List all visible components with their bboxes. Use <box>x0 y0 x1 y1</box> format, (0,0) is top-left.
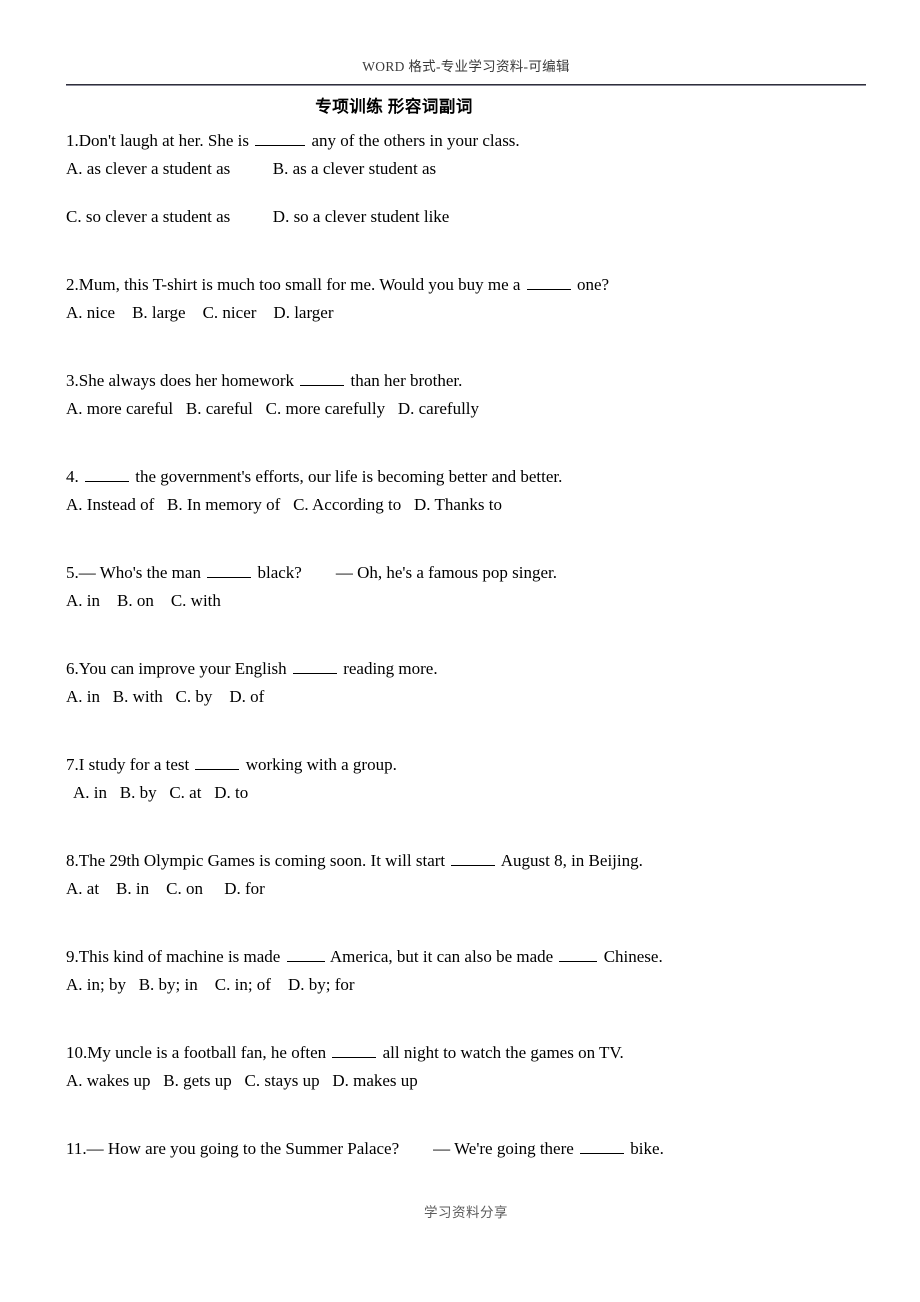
stem-text-before: 3.She always does her homework <box>66 371 299 390</box>
stem-text-before: 9.This kind of machine is made <box>66 947 285 966</box>
document-page: WORD 格式-专业学习资料-可编辑 专项训练 形容词副词 1.Don't la… <box>0 0 920 1302</box>
stem-text-after: than her brother. <box>346 371 463 390</box>
answer-blank[interactable] <box>300 371 345 386</box>
stem-text-before: 11.— How are you going to the Summer Pal… <box>66 1139 400 1158</box>
stem-text-before: 1.Don't laugh at her. She is <box>66 131 254 150</box>
question-item: 5.— Who's the man black? — Oh, he's a fam… <box>66 563 876 611</box>
question-options[interactable]: A. Instead of B. In memory of C. Accordi… <box>66 495 876 515</box>
answer-blank[interactable] <box>207 563 252 578</box>
question-options[interactable]: A. more careful B. careful C. more caref… <box>66 399 876 419</box>
header-divider <box>66 84 866 86</box>
answer-blank[interactable] <box>451 851 496 866</box>
question-stem: 9.This kind of machine is made America, … <box>66 947 876 975</box>
answer-blank[interactable] <box>286 947 325 962</box>
answer-blank[interactable] <box>559 947 598 962</box>
question-options[interactable]: A. in B. on C. with <box>66 591 876 611</box>
question-item: 11.— How are you going to the Summer Pal… <box>66 1139 876 1167</box>
question-item: 4. the government's efforts, our life is… <box>66 467 876 515</box>
answer-blank[interactable] <box>85 467 129 482</box>
question-stem: 7.I study for a test working with a grou… <box>66 755 876 783</box>
question-item: 9.This kind of machine is made America, … <box>66 947 876 995</box>
question-item: 2.Mum, this T-shirt is much too small fo… <box>66 275 876 323</box>
stem-text-after: any of the others in your class. <box>307 131 520 150</box>
stem-text-before: 2.Mum, this T-shirt is much too small fo… <box>66 275 525 294</box>
page-header: WORD 格式-专业学习资料-可编辑 <box>66 58 866 76</box>
question-stem: 4. the government's efforts, our life is… <box>66 467 876 495</box>
question-options[interactable]: A. in; by B. by; in C. in; of D. by; for <box>66 975 876 995</box>
header-text: WORD 格式-专业学习资料-可编辑 <box>362 59 570 74</box>
stem-text-before: 6.You can improve your English <box>66 659 291 678</box>
stem-text-before: 10.My uncle is a football fan, he often <box>66 1043 331 1062</box>
question-stem: 3.She always does her homework than her … <box>66 371 876 399</box>
question-options[interactable]: A. as clever a student as B. as a clever… <box>66 159 876 179</box>
stem-text-before: 8.The 29th Olympic Games is coming soon.… <box>66 851 450 870</box>
question-options[interactable]: A. wakes up B. gets up C. stays up D. ma… <box>66 1071 876 1091</box>
question-stem: 8.The 29th Olympic Games is coming soon.… <box>66 851 876 879</box>
question-stem: 1.Don't laugh at her. She is any of the … <box>66 131 876 159</box>
stem-text-after: working with a group. <box>241 755 397 774</box>
stem-text-after: all night to watch the games on TV. <box>378 1043 624 1062</box>
answer-blank[interactable] <box>292 659 337 674</box>
question-item: 7.I study for a test working with a grou… <box>66 755 876 803</box>
question-options[interactable]: A. in B. by C. at D. to <box>66 783 876 803</box>
question-item: 1.Don't laugh at her. She is any of the … <box>66 131 876 227</box>
question-stem: 5.— Who's the man black? — Oh, he's a fam… <box>66 563 876 591</box>
answer-blank[interactable] <box>195 755 240 770</box>
answer-blank[interactable] <box>332 1043 377 1058</box>
answer-blank[interactable] <box>255 131 306 146</box>
page-footer: 学习资料分享 <box>66 1204 866 1222</box>
question-item: 6.You can improve your English reading m… <box>66 659 876 707</box>
page-title: 专项训练 形容词副词 <box>315 97 473 116</box>
stem-text-after: — Oh, he's a famous pop singer. <box>335 563 558 582</box>
question-stem: 6.You can improve your English reading m… <box>66 659 876 687</box>
question-stem: 2.Mum, this T-shirt is much too small fo… <box>66 275 876 303</box>
question-item: 8.The 29th Olympic Games is coming soon.… <box>66 851 876 899</box>
stem-text-before: 4. <box>66 467 83 486</box>
question-item: 3.She always does her homework than her … <box>66 371 876 419</box>
question-stem: 11.— How are you going to the Summer Pal… <box>66 1139 876 1167</box>
stem-text-after: bike. <box>626 1139 664 1158</box>
footer-text: 学习资料分享 <box>424 1205 508 1220</box>
answer-blank[interactable] <box>580 1139 625 1154</box>
question-list: 1.Don't laugh at her. She is any of the … <box>66 131 876 1167</box>
stem-text-after: the government's efforts, our life is be… <box>131 467 563 486</box>
stem-text-after: Chinese. <box>599 947 663 966</box>
stem-text-after: August 8, in Beijing. <box>497 851 643 870</box>
stem-text-before: 7.I study for a test <box>66 755 194 774</box>
stem-text-mid: America, but it can also be made <box>326 947 558 966</box>
stem-text-mid: black? <box>253 563 302 582</box>
answer-blank[interactable] <box>526 275 571 290</box>
stem-text-after: reading more. <box>338 659 438 678</box>
question-options[interactable]: C. so clever a student as D. so a clever… <box>66 207 876 227</box>
question-options[interactable]: A. in B. with C. by D. of <box>66 687 876 707</box>
question-options[interactable]: A. at B. in C. on D. for <box>66 879 876 899</box>
question-item: 10.My uncle is a football fan, he often … <box>66 1043 876 1091</box>
stem-text-after: one? <box>572 275 610 294</box>
question-stem: 10.My uncle is a football fan, he often … <box>66 1043 876 1071</box>
stem-text-mid: — We're going there <box>433 1139 579 1158</box>
question-options[interactable]: A. nice B. large C. nicer D. larger <box>66 303 876 323</box>
stem-text-before: 5.— Who's the man <box>66 563 206 582</box>
